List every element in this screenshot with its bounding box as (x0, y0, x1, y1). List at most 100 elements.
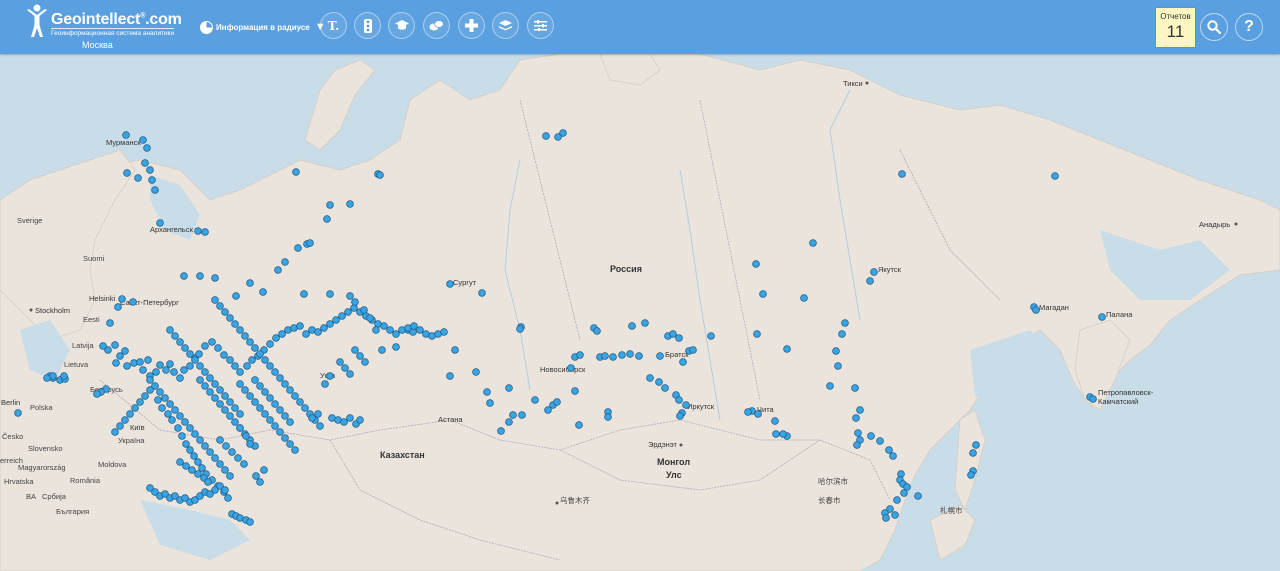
location-marker[interactable] (542, 132, 550, 140)
location-marker[interactable] (216, 400, 224, 408)
location-marker[interactable] (356, 352, 364, 360)
location-marker[interactable] (497, 427, 505, 435)
location-marker[interactable] (483, 388, 491, 396)
location-marker[interactable] (356, 416, 364, 424)
location-marker[interactable] (261, 410, 269, 418)
location-marker[interactable] (900, 489, 908, 497)
location-marker[interactable] (194, 227, 202, 235)
location-marker[interactable] (296, 322, 304, 330)
location-marker[interactable] (14, 409, 22, 417)
location-marker[interactable] (783, 345, 791, 353)
money-button[interactable] (423, 12, 450, 39)
location-marker[interactable] (248, 356, 256, 364)
location-marker[interactable] (281, 412, 289, 420)
location-marker[interactable] (164, 410, 172, 418)
location-marker[interactable] (166, 400, 174, 408)
location-marker[interactable] (236, 368, 244, 376)
location-marker[interactable] (834, 362, 842, 370)
location-marker[interactable] (176, 412, 184, 420)
location-marker[interactable] (221, 466, 229, 474)
location-marker[interactable] (196, 436, 204, 444)
location-marker[interactable] (191, 356, 199, 364)
location-marker[interactable] (752, 260, 760, 268)
location-marker[interactable] (256, 478, 264, 486)
location-marker[interactable] (446, 372, 454, 380)
location-marker[interactable] (161, 394, 169, 402)
location-marker[interactable] (531, 396, 539, 404)
location-marker[interactable] (656, 352, 664, 360)
location-marker[interactable] (360, 306, 368, 314)
location-marker[interactable] (220, 351, 228, 359)
location-marker[interactable] (553, 398, 561, 406)
location-marker[interactable] (601, 352, 609, 360)
location-marker[interactable] (178, 432, 186, 440)
location-marker[interactable] (171, 406, 179, 414)
location-marker[interactable] (146, 386, 154, 394)
location-marker[interactable] (1089, 395, 1097, 403)
location-marker[interactable] (99, 342, 107, 350)
location-marker[interactable] (226, 356, 234, 364)
location-marker[interactable] (256, 382, 264, 390)
location-marker[interactable] (198, 464, 206, 472)
location-marker[interactable] (194, 458, 202, 466)
location-marker[interactable] (779, 430, 787, 438)
location-marker[interactable] (136, 358, 144, 366)
location-marker[interactable] (170, 368, 178, 376)
location-marker[interactable] (1051, 172, 1059, 180)
location-marker[interactable] (194, 470, 202, 478)
location-marker[interactable] (505, 418, 513, 426)
location-marker[interactable] (256, 404, 264, 412)
radius-info-dropdown[interactable]: Информация в радиусе ▼ (200, 17, 326, 37)
location-marker[interactable] (246, 440, 254, 448)
location-marker[interactable] (216, 386, 224, 394)
location-marker[interactable] (351, 346, 359, 354)
location-marker[interactable] (969, 449, 977, 457)
location-marker[interactable] (231, 404, 239, 412)
location-marker[interactable] (271, 368, 279, 376)
location-marker[interactable] (246, 518, 254, 526)
location-marker[interactable] (753, 330, 761, 338)
location-marker[interactable] (576, 351, 584, 359)
location-marker[interactable] (186, 350, 194, 358)
location-marker[interactable] (236, 380, 244, 388)
location-marker[interactable] (166, 360, 174, 368)
location-marker[interactable] (93, 390, 101, 398)
search-button[interactable] (1200, 13, 1228, 41)
location-marker[interactable] (43, 374, 51, 382)
location-marker[interactable] (236, 326, 244, 334)
location-marker[interactable] (261, 356, 269, 364)
location-marker[interactable] (332, 316, 340, 324)
location-marker[interactable] (628, 322, 636, 330)
location-marker[interactable] (211, 394, 219, 402)
location-marker[interactable] (271, 400, 279, 408)
medical-button[interactable] (458, 12, 485, 39)
location-marker[interactable] (123, 169, 131, 177)
location-marker[interactable] (856, 406, 864, 414)
location-marker[interactable] (378, 346, 386, 354)
location-marker[interactable] (246, 279, 254, 287)
location-marker[interactable] (302, 330, 310, 338)
location-marker[interactable] (141, 159, 149, 167)
location-marker[interactable] (176, 374, 184, 382)
location-marker[interactable] (618, 351, 626, 359)
location-marker[interactable] (604, 413, 612, 421)
location-marker[interactable] (176, 338, 184, 346)
location-marker[interactable] (676, 412, 684, 420)
location-marker[interactable] (641, 319, 649, 327)
location-marker[interactable] (211, 296, 219, 304)
location-marker[interactable] (320, 324, 328, 332)
location-marker[interactable] (800, 294, 808, 302)
location-marker[interactable] (180, 272, 188, 280)
location-marker[interactable] (190, 452, 198, 460)
location-marker[interactable] (346, 414, 354, 422)
location-marker[interactable] (518, 411, 526, 419)
location-marker[interactable] (294, 244, 302, 252)
location-marker[interactable] (669, 330, 677, 338)
location-marker[interactable] (274, 266, 282, 274)
location-marker[interactable] (308, 414, 316, 422)
location-marker[interactable] (221, 486, 229, 494)
location-marker[interactable] (832, 347, 840, 355)
location-marker[interactable] (141, 392, 149, 400)
location-marker[interactable] (316, 422, 324, 430)
location-marker[interactable] (1032, 306, 1040, 314)
